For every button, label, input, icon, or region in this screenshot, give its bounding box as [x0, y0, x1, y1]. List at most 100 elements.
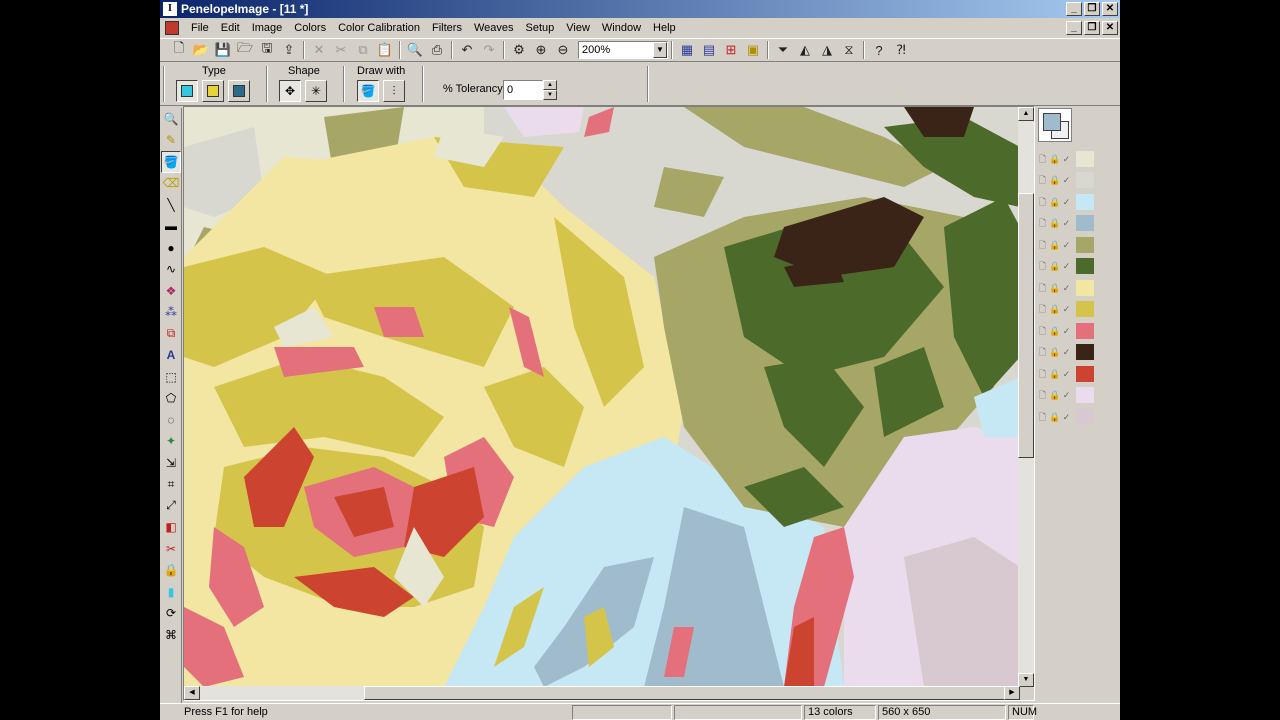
tile-icon[interactable]: ▦	[676, 39, 698, 61]
polygon-select-tool-icon[interactable]: ⬠	[161, 388, 181, 410]
restore-button[interactable]: ❐	[1084, 2, 1100, 16]
palette-color-swatch[interactable]	[1076, 279, 1094, 296]
lock-icon[interactable]: 🔒	[1049, 153, 1060, 165]
menu-window[interactable]: Window	[596, 18, 647, 38]
horizontal-scrollbar[interactable]: ◀ ▶	[184, 686, 1020, 700]
repeat-tool-icon[interactable]: ⌘	[161, 624, 181, 646]
check-icon[interactable]: ✓	[1061, 346, 1072, 358]
palette-color-swatch[interactable]	[1076, 215, 1094, 231]
open-folder-icon[interactable]: 📂	[190, 39, 212, 61]
page-icon[interactable]: 🗋	[1037, 196, 1048, 208]
layers-tool-icon[interactable]: ◧	[161, 517, 181, 539]
lock-icon[interactable]: 🔒	[1049, 260, 1060, 272]
lock-icon[interactable]: 🔒	[1049, 239, 1060, 251]
zoom-in-icon[interactable]: ⊕	[530, 39, 552, 61]
palette-row[interactable]: 🗋 🔒 ✓	[1036, 406, 1120, 427]
rotate-tool-icon[interactable]: ⟳	[161, 603, 181, 625]
page-icon[interactable]: 🗋	[1037, 174, 1048, 186]
open-image-icon[interactable]: 🗁	[234, 39, 256, 61]
menu-colors[interactable]: Colors	[288, 18, 332, 38]
menu-filters[interactable]: Filters	[426, 18, 468, 38]
palette-row[interactable]: 🗋 🔒 ✓	[1036, 299, 1120, 320]
new-file-icon[interactable]: 🗋	[168, 39, 190, 61]
check-icon[interactable]: ✓	[1061, 217, 1072, 229]
document-icon[interactable]	[165, 21, 179, 35]
ellipse-tool-icon[interactable]: ●	[161, 237, 181, 259]
tolerance-up-button[interactable]: ▲	[543, 80, 557, 90]
palette-color-swatch[interactable]	[1076, 322, 1094, 339]
palette-row[interactable]: 🗋 🔒 ✓	[1036, 320, 1120, 341]
page-icon[interactable]: 🗋	[1037, 368, 1048, 380]
tolerance-down-button[interactable]: ▼	[543, 90, 557, 100]
menu-file[interactable]: File	[185, 18, 215, 38]
print-preview-icon[interactable]: 🔍	[404, 39, 426, 61]
filter-icon[interactable]: ⏷	[772, 39, 794, 61]
check-icon[interactable]: ✓	[1061, 389, 1072, 401]
draw-with-gradient-button[interactable]: ⫶	[383, 80, 405, 102]
properties-icon[interactable]: ⚙	[508, 39, 530, 61]
menu-edit[interactable]: Edit	[215, 18, 246, 38]
lock-tool-icon[interactable]: 🔒	[161, 560, 181, 582]
palette-color-swatch[interactable]	[1076, 258, 1094, 274]
line-tool-icon[interactable]: ╲	[161, 194, 181, 216]
lasso-select-tool-icon[interactable]: ◌	[161, 409, 181, 431]
horizontal-scroll-thumb[interactable]	[364, 686, 1009, 700]
palette-color-swatch[interactable]	[1076, 387, 1094, 403]
scroll-right-arrow-icon[interactable]: ▶	[1004, 686, 1020, 700]
paste-icon[interactable]: 📋	[374, 39, 396, 61]
lock-icon[interactable]: 🔒	[1049, 389, 1060, 401]
scroll-up-arrow-icon[interactable]: ▲	[1018, 107, 1034, 121]
move-tool-icon[interactable]: ⇲	[161, 452, 181, 474]
palette-row[interactable]: 🗋 🔒 ✓	[1036, 342, 1120, 363]
palette-row[interactable]: 🗋 🔒 ✓	[1036, 385, 1120, 406]
lock-icon[interactable]: 🔒	[1049, 346, 1060, 358]
vertical-scroll-thumb[interactable]	[1018, 193, 1034, 458]
check-icon[interactable]: ✓	[1061, 282, 1072, 294]
magic-wand-tool-icon[interactable]: ✦	[161, 431, 181, 453]
page-icon[interactable]: 🗋	[1037, 325, 1048, 337]
delete-icon[interactable]: ✕	[308, 39, 330, 61]
lock-icon[interactable]: 🔒	[1049, 196, 1060, 208]
palette-row[interactable]: 🗋 🔒 ✓	[1036, 256, 1120, 277]
menu-image[interactable]: Image	[246, 18, 289, 38]
palette-color-swatch[interactable]	[1076, 172, 1094, 188]
help-icon[interactable]: ?	[868, 39, 890, 61]
type-fill-pattern-button[interactable]	[202, 80, 224, 102]
save-as-icon[interactable]: 🖫	[256, 39, 278, 61]
page-icon[interactable]: 🗋	[1037, 303, 1048, 315]
shape-four-way-button[interactable]: ✥	[279, 80, 301, 102]
rect-select-tool-icon[interactable]: ⬚	[161, 366, 181, 388]
page-icon[interactable]: 🗋	[1037, 217, 1048, 229]
image-canvas[interactable]	[184, 107, 1020, 687]
draw-with-bucket-button[interactable]: 🪣	[357, 80, 379, 102]
rectangle-tool-icon[interactable]: ▬	[161, 216, 181, 238]
cut-tool-icon[interactable]: ✂	[161, 538, 181, 560]
chevron-down-icon[interactable]: ▼	[653, 42, 667, 58]
foreground-background-swatch[interactable]	[1038, 108, 1072, 142]
eraser-tool-icon[interactable]: ⌫	[161, 173, 181, 195]
palette-row[interactable]: 🗋 🔒 ✓	[1036, 234, 1120, 255]
page-icon[interactable]: 🗋	[1037, 260, 1048, 272]
airbrush-tool-icon[interactable]: ⁂	[161, 302, 181, 324]
export-icon[interactable]: ⇪	[278, 39, 300, 61]
lock-icon[interactable]: 🔒	[1049, 411, 1060, 423]
type-fill-image-button[interactable]	[228, 80, 250, 102]
palette-row[interactable]: 🗋 🔒 ✓	[1036, 170, 1120, 191]
lock-icon[interactable]: 🔒	[1049, 325, 1060, 337]
transform-tool-icon[interactable]: ⤢	[161, 495, 181, 517]
shape-eight-way-button[interactable]: ✳	[305, 80, 327, 102]
palette-color-swatch[interactable]	[1076, 365, 1094, 382]
check-icon[interactable]: ✓	[1061, 153, 1072, 165]
title-bar[interactable]: I PenelopeImage - [11 *] _ ❐ ✕	[160, 0, 1120, 18]
zoom-out-icon[interactable]: ⊖	[552, 39, 574, 61]
zoom-tool-icon[interactable]: 🔍	[161, 108, 181, 130]
palette-row[interactable]: 🗋 🔒 ✓	[1036, 277, 1120, 298]
scroll-left-arrow-icon[interactable]: ◀	[184, 686, 200, 700]
palette-row[interactable]: 🗋 🔒 ✓	[1036, 148, 1120, 169]
color-picker-tool-icon[interactable]: ❖	[161, 280, 181, 302]
menu-help[interactable]: Help	[647, 18, 682, 38]
fill-bucket-tool-icon[interactable]: 🪣	[161, 151, 181, 173]
palette-color-swatch[interactable]	[1076, 344, 1094, 360]
palette-row[interactable]: 🗋 🔒 ✓	[1036, 213, 1120, 234]
vertical-scrollbar[interactable]: ▲ ▼	[1018, 107, 1034, 687]
